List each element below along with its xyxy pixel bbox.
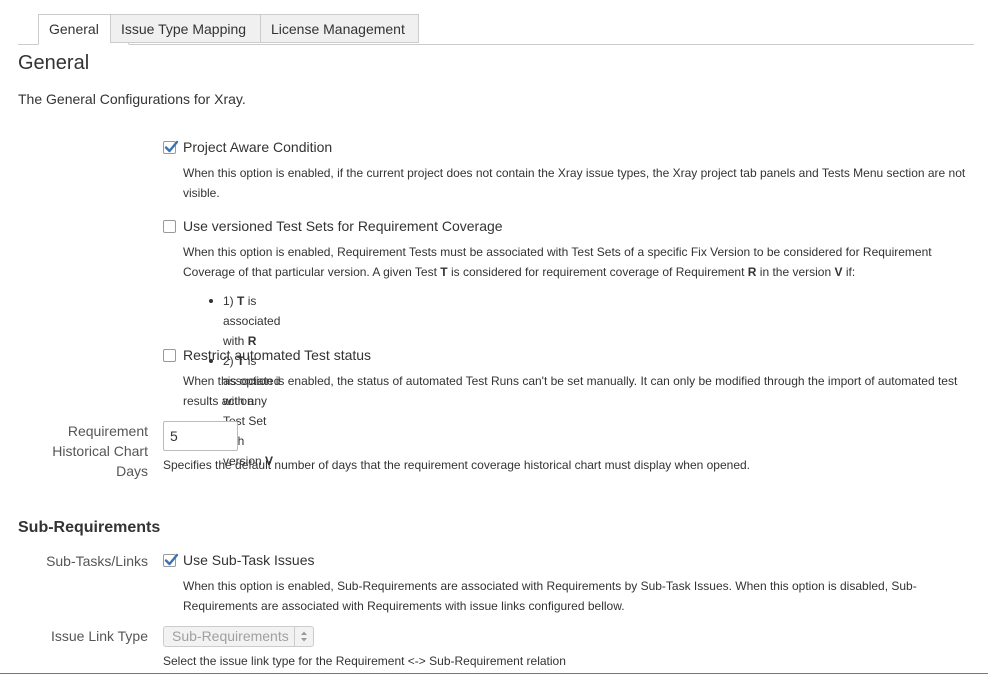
issue-link-type-select[interactable]: Sub-Requirements	[163, 626, 314, 647]
page-title: General	[18, 52, 90, 74]
versioned-test-sets-label: Use versioned Test Sets for Requirement …	[183, 218, 503, 234]
use-subtask-label: Use Sub-Task Issues	[183, 552, 315, 568]
project-aware-checkbox[interactable]	[163, 140, 179, 154]
versioned-desc-line1: When this option is enabled, Requirement…	[183, 245, 932, 259]
tab-general-label: General	[49, 21, 99, 37]
tab-license-management-label: License Management	[271, 21, 405, 37]
historical-chart-days-help: Specifies the default number of days tha…	[163, 458, 750, 472]
restrict-automated-label: Restrict automated Test status	[183, 347, 372, 363]
sub-requirements-heading: Sub-Requirements	[18, 519, 161, 536]
config-tabs: General Issue Type Mapping License Manag…	[18, 14, 974, 45]
issue-link-type-help: Select the issue link type for the Requi…	[163, 654, 566, 668]
tab-license-management[interactable]: License Management	[260, 14, 419, 43]
versioned-test-sets-description: When this option is enabled, Requirement…	[183, 242, 973, 282]
use-subtask-checkbox[interactable]	[163, 553, 179, 567]
page-description: The General Configurations for Xray.	[18, 91, 246, 107]
subtasks-links-label: Sub-Tasks/Links	[46, 553, 148, 569]
restrict-automated-description: When this option is enabled, the status …	[183, 374, 958, 408]
historical-chart-days-label: Requirement Historical Chart Days	[52, 423, 148, 479]
bottom-divider	[0, 673, 988, 674]
tab-issue-type-mapping-label: Issue Type Mapping	[121, 21, 247, 37]
issue-link-type-label: Issue Link Type	[50, 628, 148, 644]
historical-chart-days-input[interactable]	[163, 421, 238, 451]
list-item: 1) T is associated with R	[207, 291, 280, 351]
use-subtask-description: When this option is enabled, Sub-Require…	[183, 579, 917, 613]
checkmark-icon	[164, 553, 179, 566]
select-arrows-icon	[294, 627, 313, 646]
issue-link-type-value: Sub-Requirements	[172, 628, 289, 644]
project-aware-label: Project Aware Condition	[183, 139, 333, 155]
tab-issue-type-mapping[interactable]: Issue Type Mapping	[110, 14, 261, 43]
checkmark-icon	[164, 140, 179, 153]
project-aware-description: When this option is enabled, if the curr…	[183, 166, 966, 200]
versioned-test-sets-checkbox[interactable]	[163, 220, 176, 233]
versioned-desc-line2: Coverage of that particular version. A g…	[183, 265, 856, 279]
restrict-automated-checkbox[interactable]	[163, 349, 176, 362]
list-item: 2) T is associated with any Test Set wit…	[207, 351, 280, 471]
